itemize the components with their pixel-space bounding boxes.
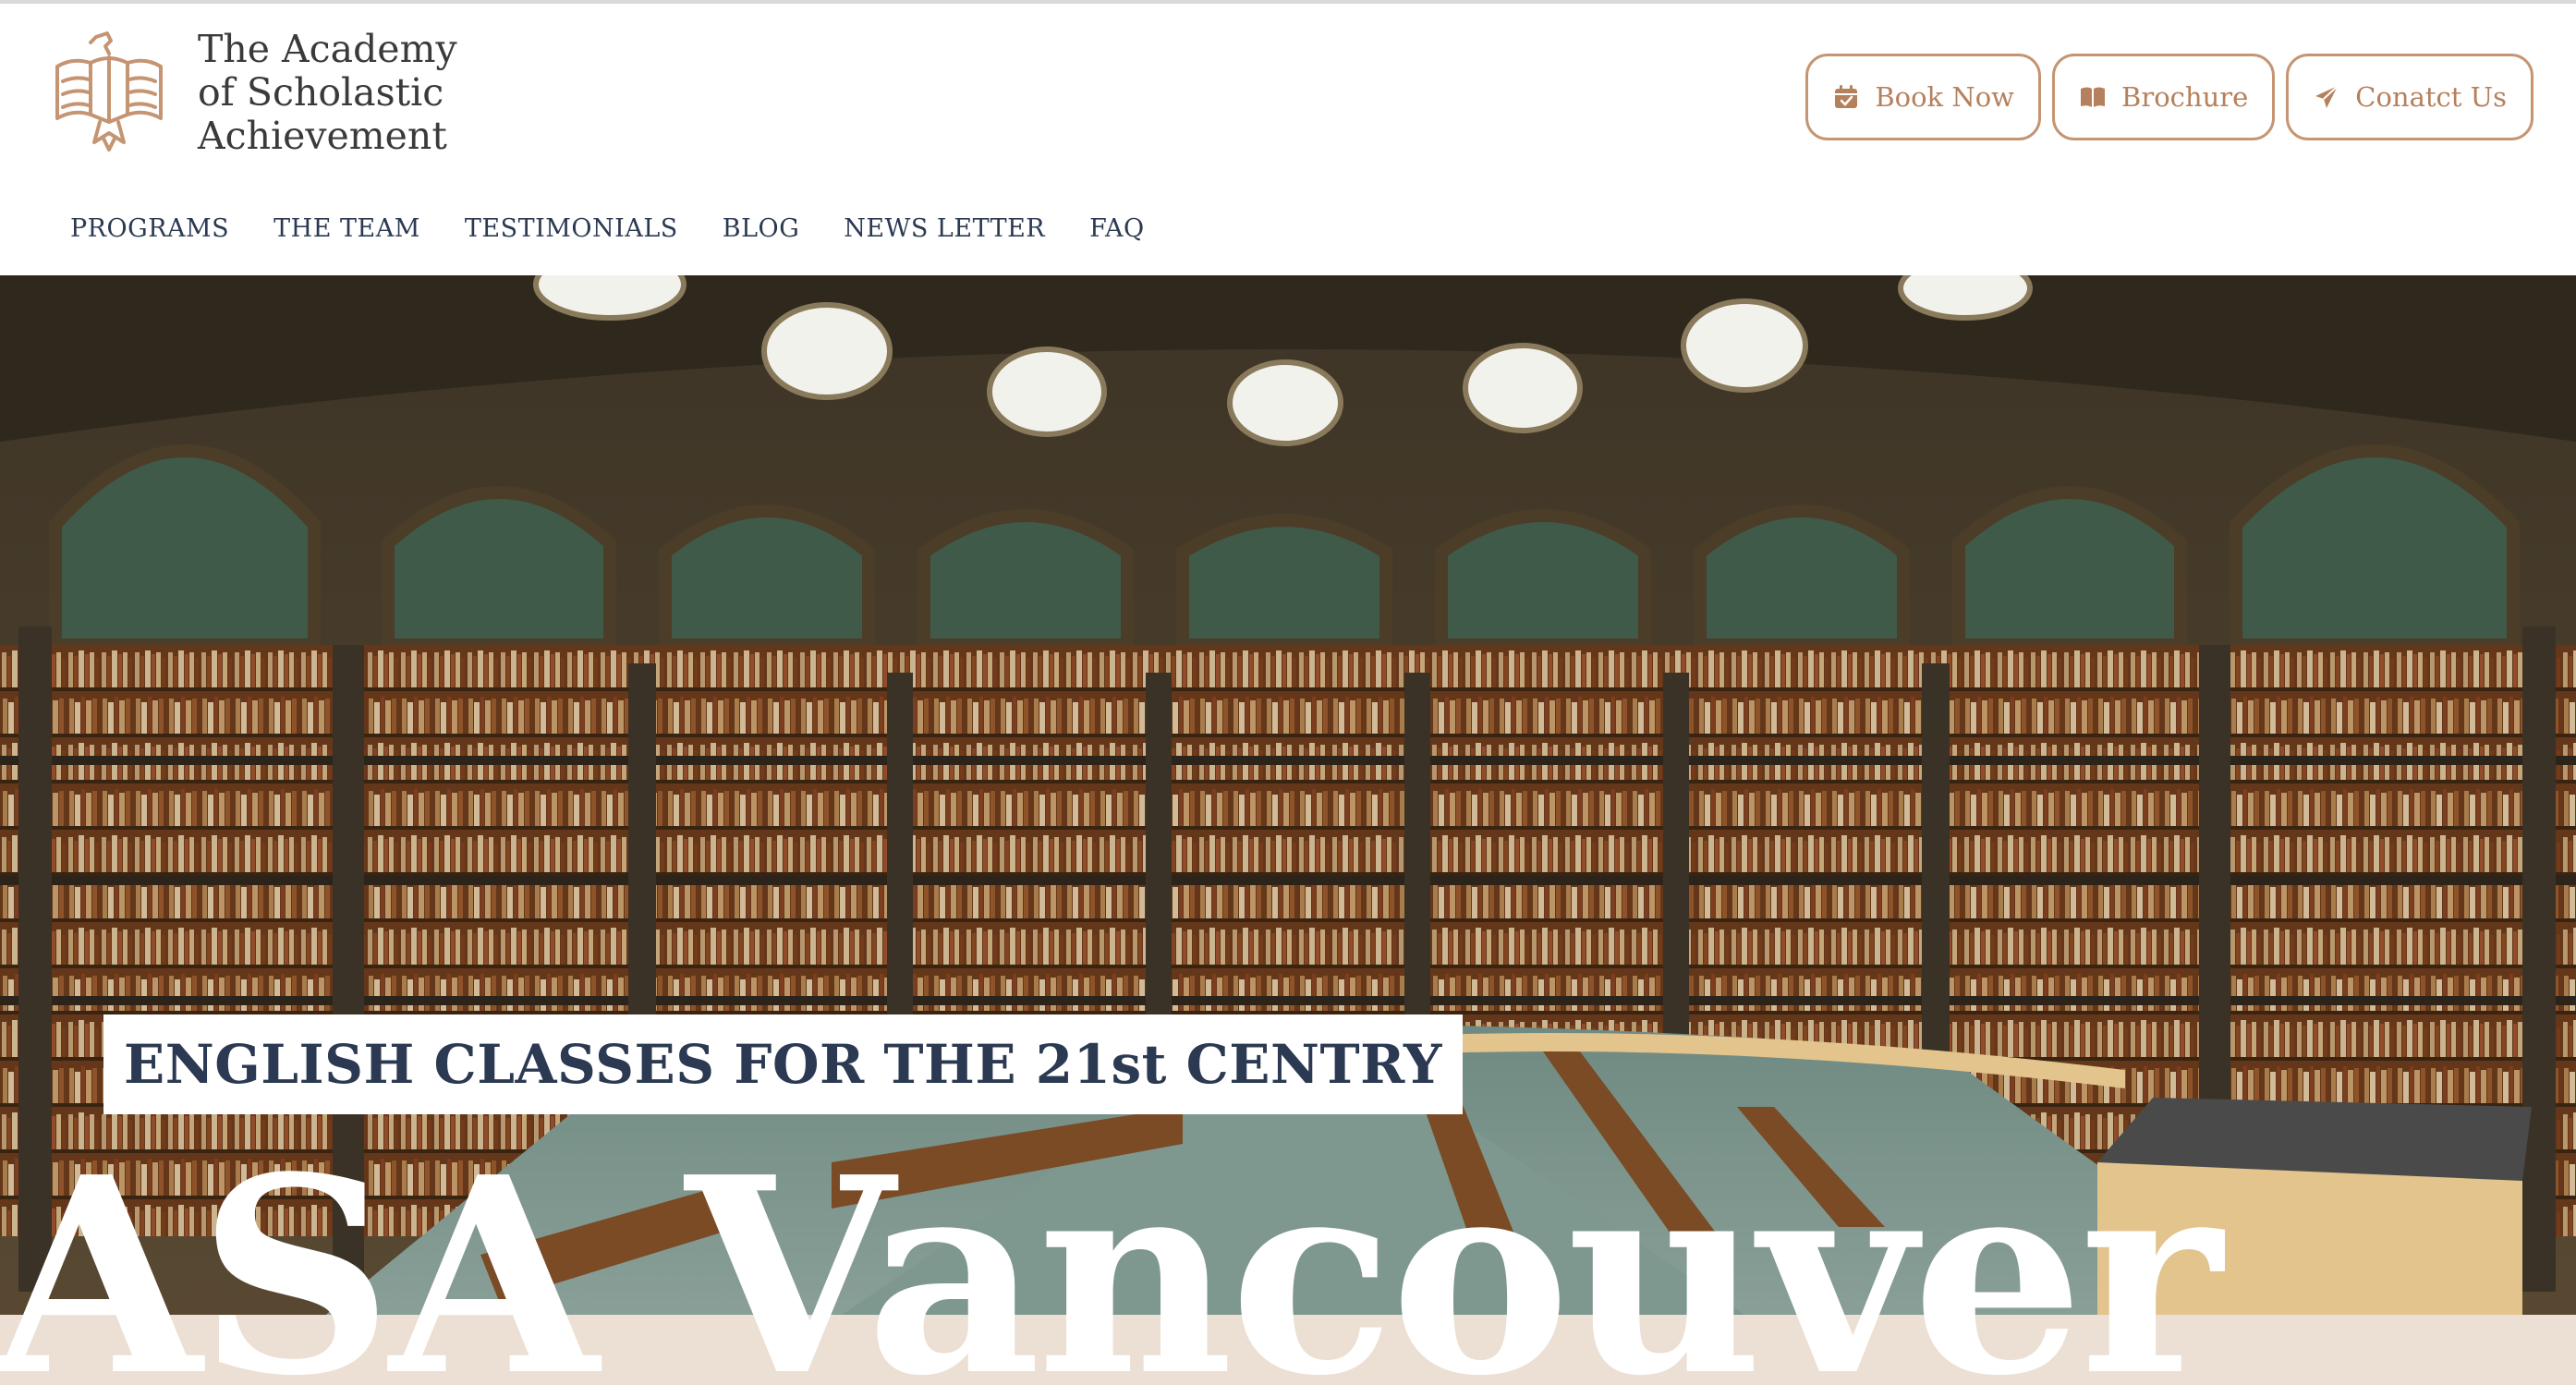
nav-testimonials[interactable]: TESTIMONIALS (465, 214, 678, 243)
eagle-book-icon (54, 30, 164, 153)
contact-us-button[interactable]: Conatct Us (2286, 54, 2533, 140)
site-logo[interactable]: The Academy of Scholastic Achievement (54, 26, 460, 164)
nav-faq[interactable]: FAQ (1089, 214, 1145, 243)
hero-section: ENGLISH CLASSES FOR THE 21st CENTRY ASA … (0, 275, 2576, 1385)
logo-line-2: of Scholastic (198, 70, 444, 115)
nav-blog[interactable]: BLOG (723, 214, 799, 243)
nav-the-team[interactable]: THE TEAM (273, 214, 420, 243)
nav-programs[interactable]: PROGRAMS (70, 214, 229, 243)
nav-news-letter[interactable]: NEWS LETTER (844, 214, 1045, 243)
hero-tagline-text: ENGLISH CLASSES FOR THE 21st CENTRY (124, 1033, 1442, 1096)
book-now-button[interactable]: Book Now (1805, 54, 2042, 140)
logo-wordmark: The Academy of Scholastic Achievement (198, 28, 475, 158)
header-actions: Book Now Brochure Conatct Us (1805, 54, 2533, 144)
hero-tagline: ENGLISH CLASSES FOR THE 21st CENTRY (103, 1014, 1463, 1114)
calendar-icon (1832, 83, 1860, 111)
book-open-icon (2079, 83, 2107, 111)
paper-plane-icon (2313, 83, 2340, 111)
main-nav: PROGRAMS THE TEAM TESTIMONIALS BLOG NEWS… (70, 214, 1145, 243)
hero-title: ASA Vancouver (0, 1118, 2222, 1385)
logo-line-3: Achievement (198, 114, 447, 158)
site-header: The Academy of Scholastic Achievement Bo… (0, 4, 2576, 275)
logo-line-1: The Academy (198, 27, 457, 71)
book-now-label: Book Now (1875, 81, 2015, 113)
brochure-button[interactable]: Brochure (2052, 54, 2276, 140)
contact-us-label: Conatct Us (2355, 81, 2507, 113)
brochure-label: Brochure (2121, 81, 2249, 113)
